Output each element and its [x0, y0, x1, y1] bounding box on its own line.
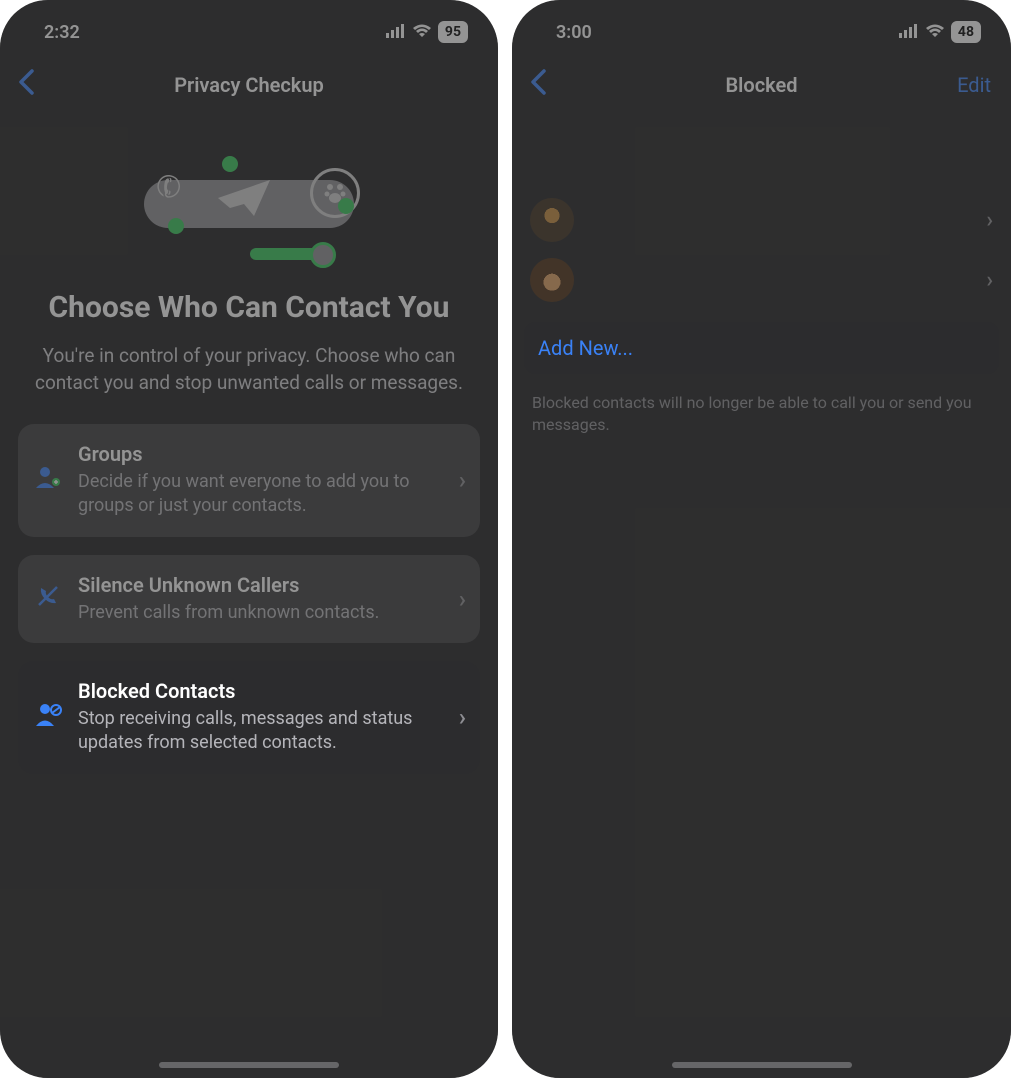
hero-illustration: ✆	[144, 150, 354, 260]
blocked-contacts-list: › ›	[512, 190, 1011, 310]
option-title: Silence Unknown Callers	[78, 573, 445, 597]
blocked-contact-row[interactable]: ›	[512, 250, 1011, 310]
chevron-right-icon: ›	[986, 208, 993, 233]
status-bar: 3:00 48	[512, 0, 1011, 54]
chevron-right-icon: ›	[459, 466, 466, 494]
option-title: Groups	[78, 442, 445, 466]
wifi-icon	[412, 22, 432, 43]
option-groups[interactable]: Groups Decide if you want everyone to ad…	[18, 424, 480, 537]
option-desc: Prevent calls from unknown contacts.	[78, 601, 445, 625]
footer-text: Blocked contacts will no longer be able …	[512, 374, 1011, 437]
hero-subtext: You're in control of your privacy. Choos…	[28, 343, 470, 396]
home-indicator[interactable]	[672, 1062, 852, 1068]
slider-knob-icon	[310, 242, 336, 268]
status-time: 3:00	[556, 22, 592, 43]
hero-heading: Choose Who Can Contact You	[38, 288, 460, 327]
home-indicator[interactable]	[159, 1062, 339, 1068]
person-block-icon	[32, 702, 64, 732]
chevron-right-icon: ›	[459, 585, 466, 613]
screen-privacy-checkup: 2:32 95 Privacy Checkup ✆	[0, 0, 498, 1078]
blocked-contact-row[interactable]: ›	[512, 190, 1011, 250]
edit-button[interactable]: Edit	[957, 73, 991, 97]
nav-title: Privacy Checkup	[174, 73, 324, 97]
cellular-icon	[386, 22, 406, 43]
screen-blocked: 3:00 48 Blocked Edit › › Add New.	[512, 0, 1011, 1078]
back-button[interactable]	[530, 68, 546, 103]
phone-slash-icon	[32, 584, 64, 614]
add-new-button[interactable]: Add New...	[524, 322, 999, 374]
option-title: Blocked Contacts	[78, 679, 445, 703]
avatar	[530, 198, 574, 242]
status-right: 95	[386, 21, 468, 43]
avatar	[530, 258, 574, 302]
check-dot-icon	[168, 218, 184, 234]
status-bar: 2:32 95	[0, 0, 498, 54]
option-blocked-contacts[interactable]: Blocked Contacts Stop receiving calls, m…	[18, 661, 480, 774]
person-add-icon	[32, 466, 64, 494]
paper-plane-icon	[216, 176, 272, 220]
option-silence-unknown[interactable]: Silence Unknown Callers Prevent calls fr…	[18, 555, 480, 643]
cellular-icon	[899, 22, 919, 43]
option-desc: Stop receiving calls, messages and statu…	[78, 707, 445, 756]
battery-badge: 95	[438, 21, 468, 43]
nav-title: Blocked	[725, 73, 797, 97]
status-right: 48	[899, 21, 981, 43]
nav-bar: Privacy Checkup	[0, 60, 498, 110]
chevron-right-icon: ›	[459, 703, 466, 731]
wifi-icon	[925, 22, 945, 43]
nav-bar: Blocked Edit	[512, 60, 1011, 110]
chevron-right-icon: ›	[986, 268, 993, 293]
options-list: Groups Decide if you want everyone to ad…	[0, 396, 498, 773]
battery-badge: 48	[951, 21, 981, 43]
back-button[interactable]	[18, 68, 34, 103]
check-dot-icon	[222, 156, 238, 172]
check-dot-icon	[338, 198, 354, 214]
status-time: 2:32	[44, 22, 80, 43]
option-desc: Decide if you want everyone to add you t…	[78, 470, 445, 519]
hero-section: ✆ Choose Who Can Contact You You're in c…	[0, 110, 498, 396]
